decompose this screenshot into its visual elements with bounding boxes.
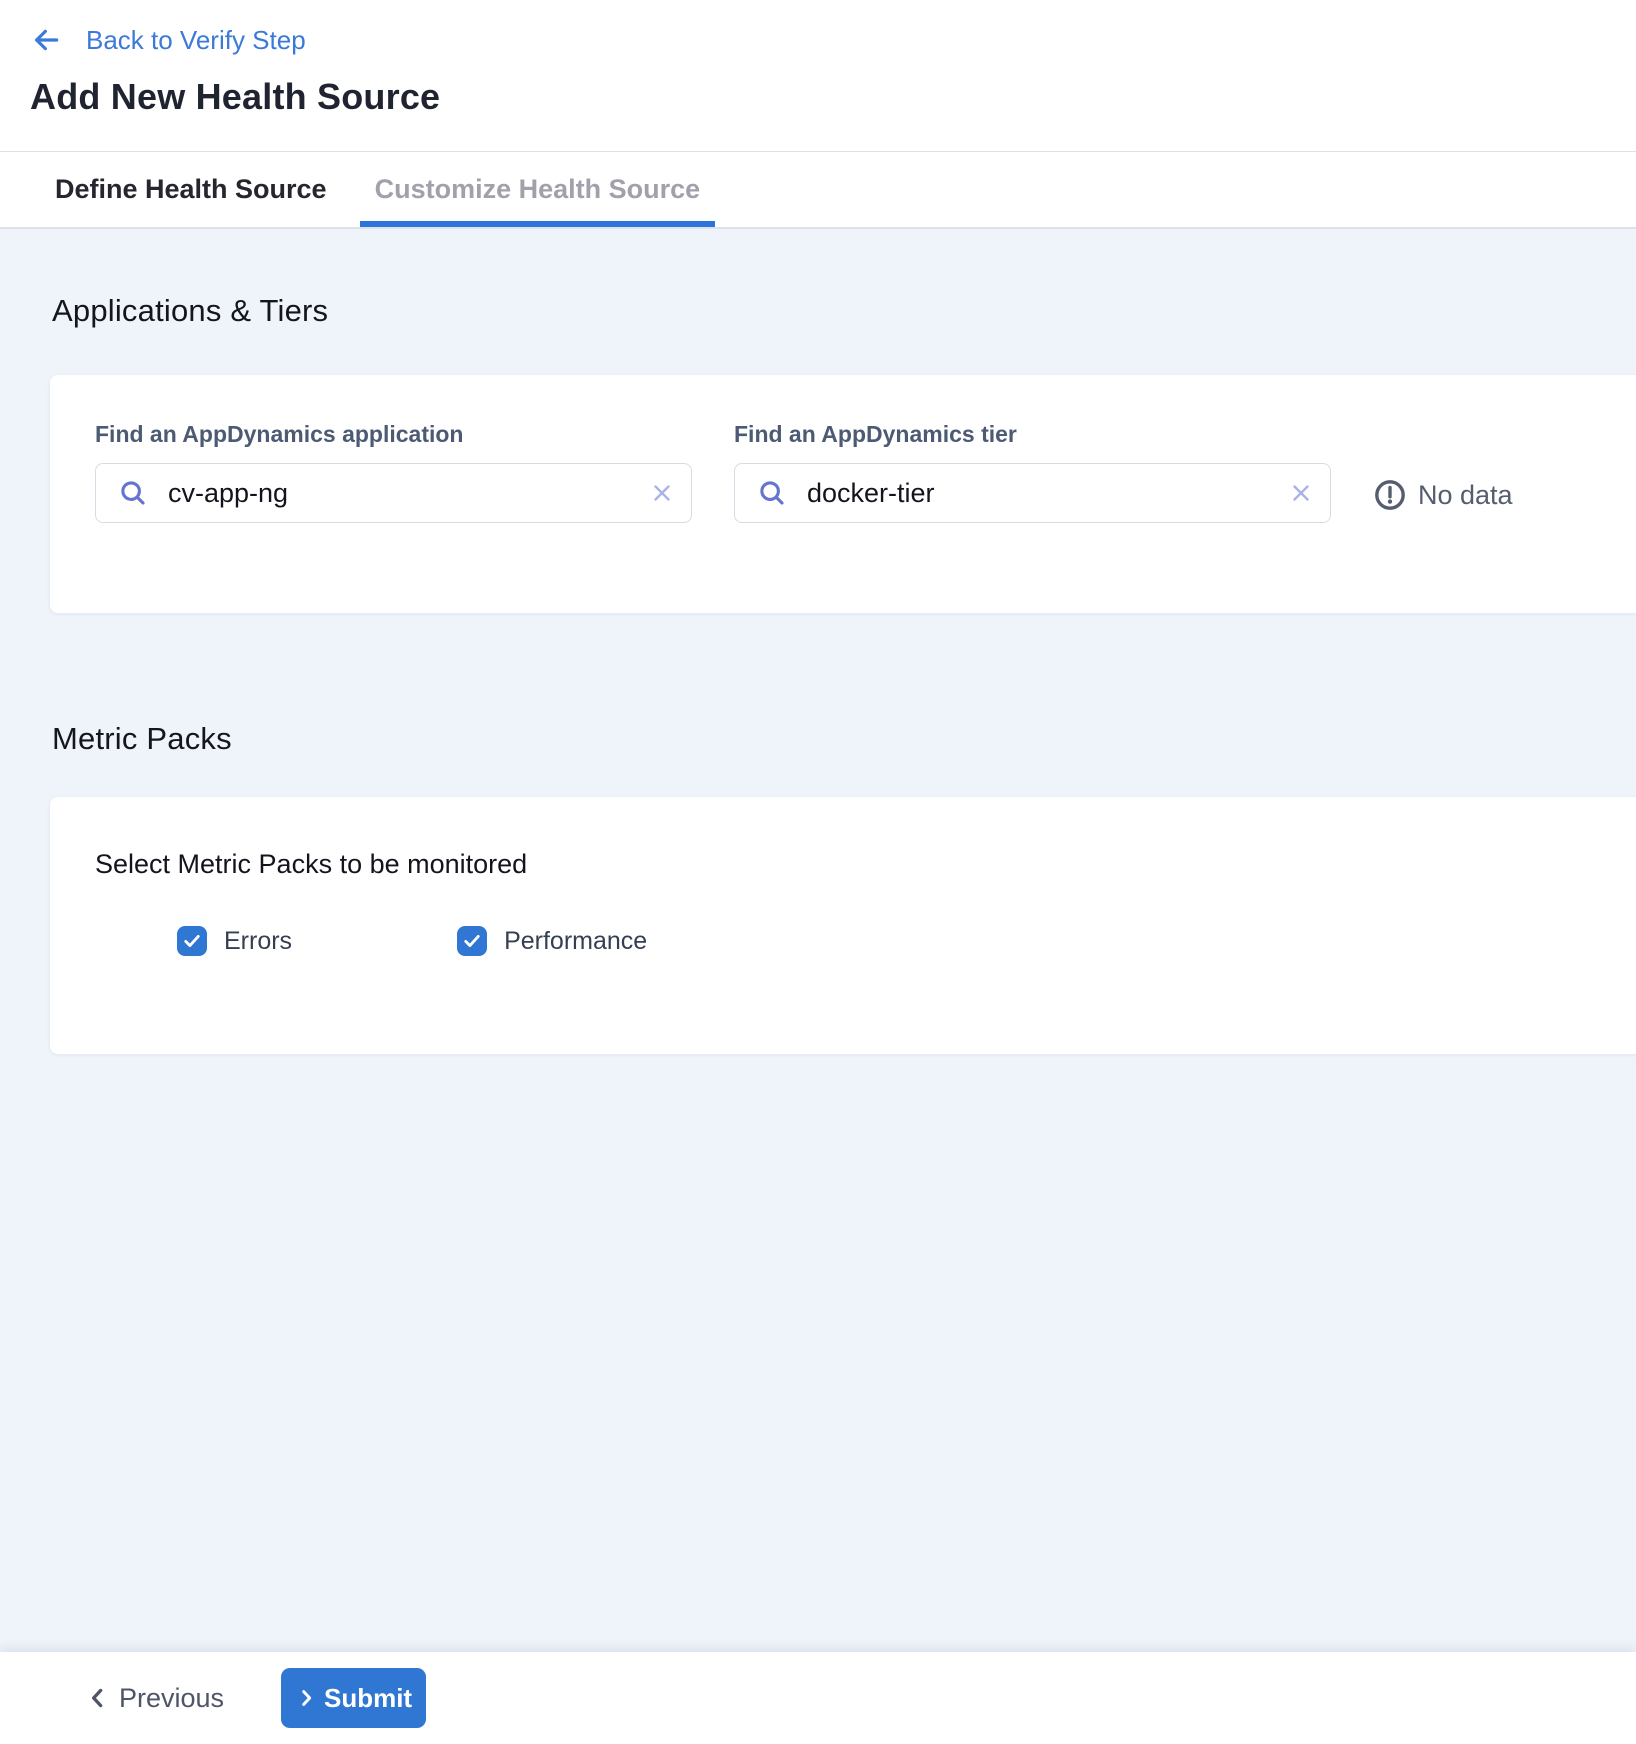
- tab-define-health-source[interactable]: Define Health Source: [40, 152, 342, 227]
- clear-x-icon[interactable]: [1288, 480, 1314, 506]
- checkbox-option-performance[interactable]: Performance: [457, 926, 647, 956]
- submit-button-label: Submit: [324, 1683, 412, 1714]
- tier-search-field[interactable]: [734, 463, 1331, 523]
- chevron-left-icon: [85, 1685, 111, 1711]
- application-field-label: Find an AppDynamics application: [95, 421, 692, 448]
- main-content: Applications & Tiers Find an AppDynamics…: [0, 229, 1636, 1650]
- tier-search-input[interactable]: [807, 478, 1288, 509]
- applications-tiers-card: Find an AppDynamics application: [50, 375, 1636, 613]
- metric-packs-card: Select Metric Packs to be monitored Erro…: [50, 797, 1636, 1054]
- metric-packs-heading: Metric Packs: [52, 721, 1636, 757]
- wizard-footer: Previous Submit: [0, 1652, 1636, 1744]
- metric-packs-options: Errors Performance: [95, 926, 1636, 956]
- select-metric-packs-label: Select Metric Packs to be monitored: [95, 849, 1636, 880]
- chevron-right-icon: [295, 1687, 317, 1709]
- no-data-label: No data: [1418, 480, 1513, 511]
- search-icon: [118, 478, 148, 508]
- checkbox-checked-icon[interactable]: [457, 926, 487, 956]
- search-icon: [757, 478, 787, 508]
- tier-field-label: Find an AppDynamics tier: [734, 421, 1331, 448]
- submit-button[interactable]: Submit: [281, 1668, 426, 1728]
- alert-circle-icon: [1373, 478, 1407, 512]
- page-title: Add New Health Source: [30, 76, 1608, 118]
- no-data-status: No data: [1373, 465, 1513, 525]
- checkbox-option-errors[interactable]: Errors: [177, 926, 292, 956]
- checkbox-label-performance: Performance: [504, 927, 647, 956]
- application-field-group: Find an AppDynamics application: [95, 421, 692, 613]
- application-search-field[interactable]: [95, 463, 692, 523]
- application-search-input[interactable]: [168, 478, 649, 509]
- back-to-verify-link[interactable]: Back to Verify Step: [30, 24, 306, 56]
- checkbox-checked-icon[interactable]: [177, 926, 207, 956]
- tier-field-group: Find an AppDynamics tier: [734, 421, 1331, 613]
- health-source-tabs: Define Health Source Customize Health So…: [0, 152, 1636, 229]
- previous-button[interactable]: Previous: [85, 1683, 224, 1714]
- back-link-label[interactable]: Back to Verify Step: [86, 25, 306, 56]
- previous-button-label: Previous: [119, 1683, 224, 1714]
- tab-customize-health-source[interactable]: Customize Health Source: [360, 152, 716, 227]
- checkbox-label-errors: Errors: [224, 927, 292, 956]
- applications-tiers-heading: Applications & Tiers: [52, 293, 1636, 329]
- clear-x-icon[interactable]: [649, 480, 675, 506]
- arrow-left-icon: [30, 24, 62, 56]
- page-header: Back to Verify Step Add New Health Sourc…: [0, 0, 1636, 152]
